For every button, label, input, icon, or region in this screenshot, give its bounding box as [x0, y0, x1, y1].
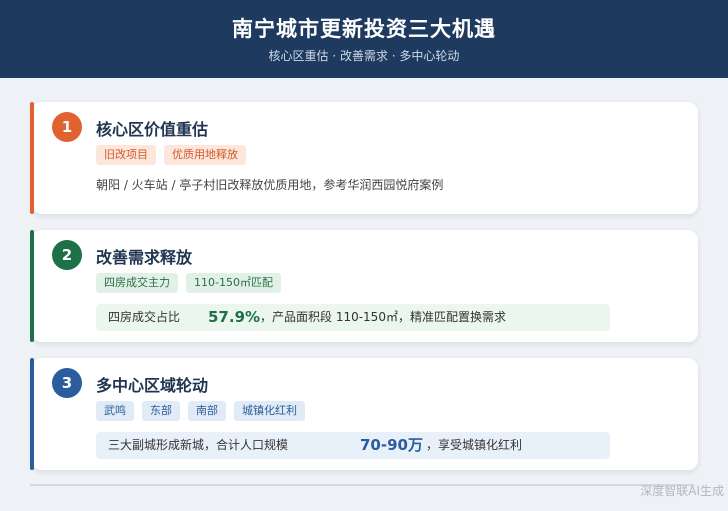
opportunity-card-3: 3 多中心区域轮动 武鸣 东部 南部 城镇化红利 三大副城形成新城，合计人口规模…	[30, 358, 698, 470]
opportunity-card-1: 1 核心区价值重估 旧改项目 优质用地释放 朝阳 / 火车站 / 亭子村旧改释放…	[30, 102, 698, 214]
highlight-value: 70-90万	[360, 436, 423, 454]
tag: 110-150㎡匹配	[186, 273, 281, 293]
card-accent-bar	[30, 358, 34, 470]
tag: 南部	[188, 401, 226, 421]
highlight-prefix: 四房成交占比	[108, 310, 181, 324]
highlight-suffix: ，产品面积段 110-150㎡，精准匹配置换需求	[260, 310, 506, 324]
tag: 旧改项目	[96, 145, 156, 165]
watermark-text: 深度智联AI生成	[640, 484, 724, 498]
divider	[30, 484, 694, 486]
page-title: 南宁城市更新投资三大机遇	[232, 17, 496, 41]
tag: 武鸣	[96, 401, 134, 421]
card-accent-bar	[30, 102, 34, 214]
page-subtitle: 核心区重估 · 改善需求 · 多中心轮动	[268, 49, 460, 63]
card-title: 核心区价值重估	[96, 120, 209, 139]
card-title: 改善需求释放	[96, 248, 193, 267]
card-number-badge: 1	[52, 112, 82, 142]
card-title: 多中心区域轮动	[96, 376, 209, 395]
highlight-value: 57.9%	[208, 308, 261, 326]
tag: 优质用地释放	[164, 145, 246, 165]
card-number-badge: 2	[52, 240, 82, 270]
tag-group: 四房成交主力 110-150㎡匹配	[96, 273, 281, 293]
tag: 四房成交主力	[96, 273, 178, 293]
highlight-suffix: ，享受城镇化红利	[426, 438, 523, 452]
tag: 东部	[142, 401, 180, 421]
opportunity-card-2: 2 改善需求释放 四房成交主力 110-150㎡匹配 四房成交占比 57.9% …	[30, 230, 698, 342]
tag: 城镇化红利	[234, 401, 305, 421]
card-description: 朝阳 / 火车站 / 亭子村旧改释放优质用地，参考华润西园悦府案例	[96, 178, 444, 192]
highlight-box: 四房成交占比 57.9% ，产品面积段 110-150㎡，精准匹配置换需求	[96, 304, 610, 331]
card-accent-bar	[30, 230, 34, 342]
tag-group: 旧改项目 优质用地释放	[96, 145, 246, 165]
header-banner: 南宁城市更新投资三大机遇 核心区重估 · 改善需求 · 多中心轮动	[0, 0, 728, 78]
card-number-badge: 3	[52, 368, 82, 398]
opportunity-panel: 1 核心区价值重估 旧改项目 优质用地释放 朝阳 / 火车站 / 亭子村旧改释放…	[28, 88, 714, 488]
tag-group: 武鸣 东部 南部 城镇化红利	[96, 401, 305, 421]
highlight-prefix: 三大副城形成新城，合计人口规模	[108, 438, 289, 452]
highlight-box: 三大副城形成新城，合计人口规模 70-90万 ，享受城镇化红利	[96, 432, 610, 459]
